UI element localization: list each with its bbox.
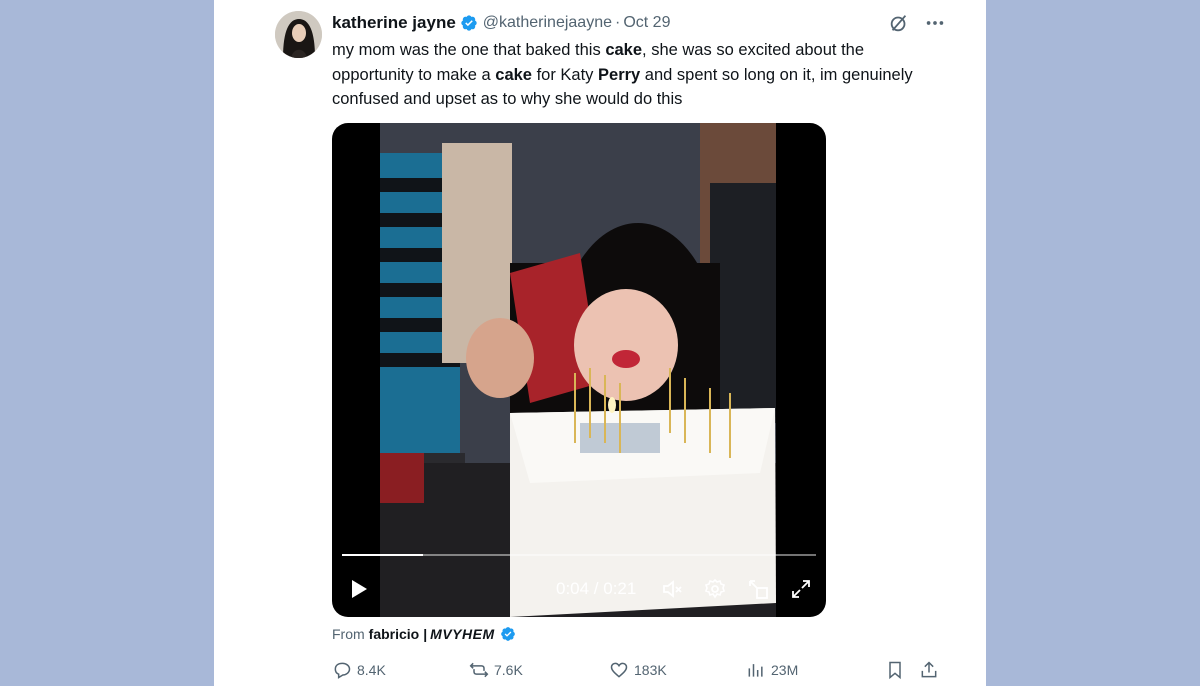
source-prefix: From (332, 626, 365, 642)
source-divider: | (423, 626, 428, 642)
grok-icon[interactable] (888, 12, 910, 34)
avatar[interactable] (275, 11, 322, 58)
source-name[interactable]: fabricio (369, 626, 420, 642)
like-icon (610, 662, 628, 678)
video-player[interactable]: 0:04 / 0:21 (332, 123, 826, 617)
reply-button[interactable]: 8.4K (332, 660, 386, 680)
tweet-text: my mom was the one that baked this cake,… (332, 41, 913, 108)
share-icon (921, 661, 937, 678)
settings-icon[interactable] (703, 577, 727, 601)
bookmark-button[interactable] (885, 660, 910, 680)
views-button[interactable]: 23M (746, 660, 798, 680)
more-icon[interactable] (924, 12, 946, 34)
views-icon (748, 664, 763, 677)
video-controls: 0:04 / 0:21 (332, 563, 826, 617)
pip-icon[interactable] (746, 577, 770, 601)
separator: · (615, 14, 621, 31)
mute-icon[interactable] (660, 577, 684, 601)
fullscreen-icon[interactable] (789, 577, 813, 601)
repost-icon (469, 662, 489, 678)
source-brand[interactable]: MVYHEM (430, 626, 494, 642)
like-count: 183K (634, 662, 667, 678)
repost-count: 7.6K (494, 662, 523, 678)
repost-button[interactable]: 7.6K (469, 660, 523, 680)
share-button[interactable] (919, 660, 944, 680)
display-name[interactable]: katherine jayne (332, 13, 456, 33)
video-time: 0:04 / 0:21 (556, 579, 637, 598)
views-count: 23M (771, 662, 799, 678)
tweet-top-actions (888, 12, 946, 34)
video-progress-bar[interactable] (342, 554, 816, 556)
tweet-header: katherine jayne @katherinejaayne · Oct 2… (332, 12, 670, 34)
reply-count: 8.4K (357, 662, 386, 678)
tweet-actions: 8.4K 7.6K 183K 23M (332, 660, 942, 686)
user-handle[interactable]: @katherinejaayne (483, 14, 612, 32)
play-icon[interactable] (346, 577, 370, 601)
bookmark-icon (889, 661, 901, 680)
video-progress-fill (342, 554, 423, 556)
verified-badge-icon (460, 14, 478, 32)
verified-badge-icon (500, 626, 516, 642)
media-source: From fabricio | MVYHEM (332, 626, 516, 642)
like-button[interactable]: 183K (609, 660, 667, 680)
reply-icon (334, 662, 351, 679)
video-frame (380, 123, 776, 617)
tweet-date[interactable]: Oct 29 (623, 14, 670, 32)
